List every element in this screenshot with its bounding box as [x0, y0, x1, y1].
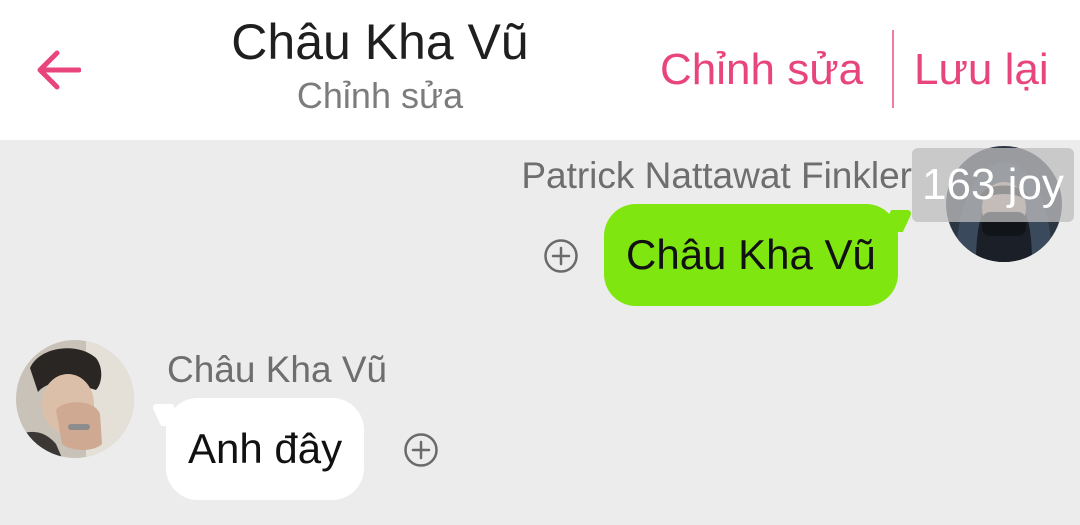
plus-circle-icon [544, 239, 578, 273]
message-sender-name: Patrick Nattawat Finkler [521, 155, 912, 196]
message-text: Anh đây [188, 425, 343, 472]
message-text: Châu Kha Vũ [626, 231, 876, 278]
message-sender-name: Châu Kha Vũ [167, 349, 388, 390]
page-title: Châu Kha Vũ [231, 14, 529, 70]
add-reaction-button[interactable] [543, 238, 579, 279]
watermark: 163 joy [912, 148, 1074, 222]
avatar-photo-image [16, 340, 134, 458]
plus-circle-icon [404, 433, 438, 467]
back-button[interactable] [30, 42, 86, 98]
header-title-group: Châu Kha Vũ Chỉnh sửa [180, 10, 580, 118]
save-button[interactable]: Lưu lại [914, 44, 1049, 96]
avatar[interactable] [16, 340, 134, 458]
page-subtitle: Chỉnh sửa [296, 75, 464, 116]
message-bubble-incoming[interactable]: Anh đây [166, 398, 365, 500]
message-bubble-outgoing[interactable]: Châu Kha Vũ [604, 204, 898, 306]
add-reaction-button[interactable] [403, 432, 439, 473]
top-bar: Châu Kha Vũ Chỉnh sửa Chỉnh sửa Lưu lại [0, 0, 1080, 140]
header-divider [892, 30, 894, 108]
arrow-left-icon [37, 50, 81, 90]
edit-button[interactable]: Chỉnh sửa [660, 44, 863, 96]
